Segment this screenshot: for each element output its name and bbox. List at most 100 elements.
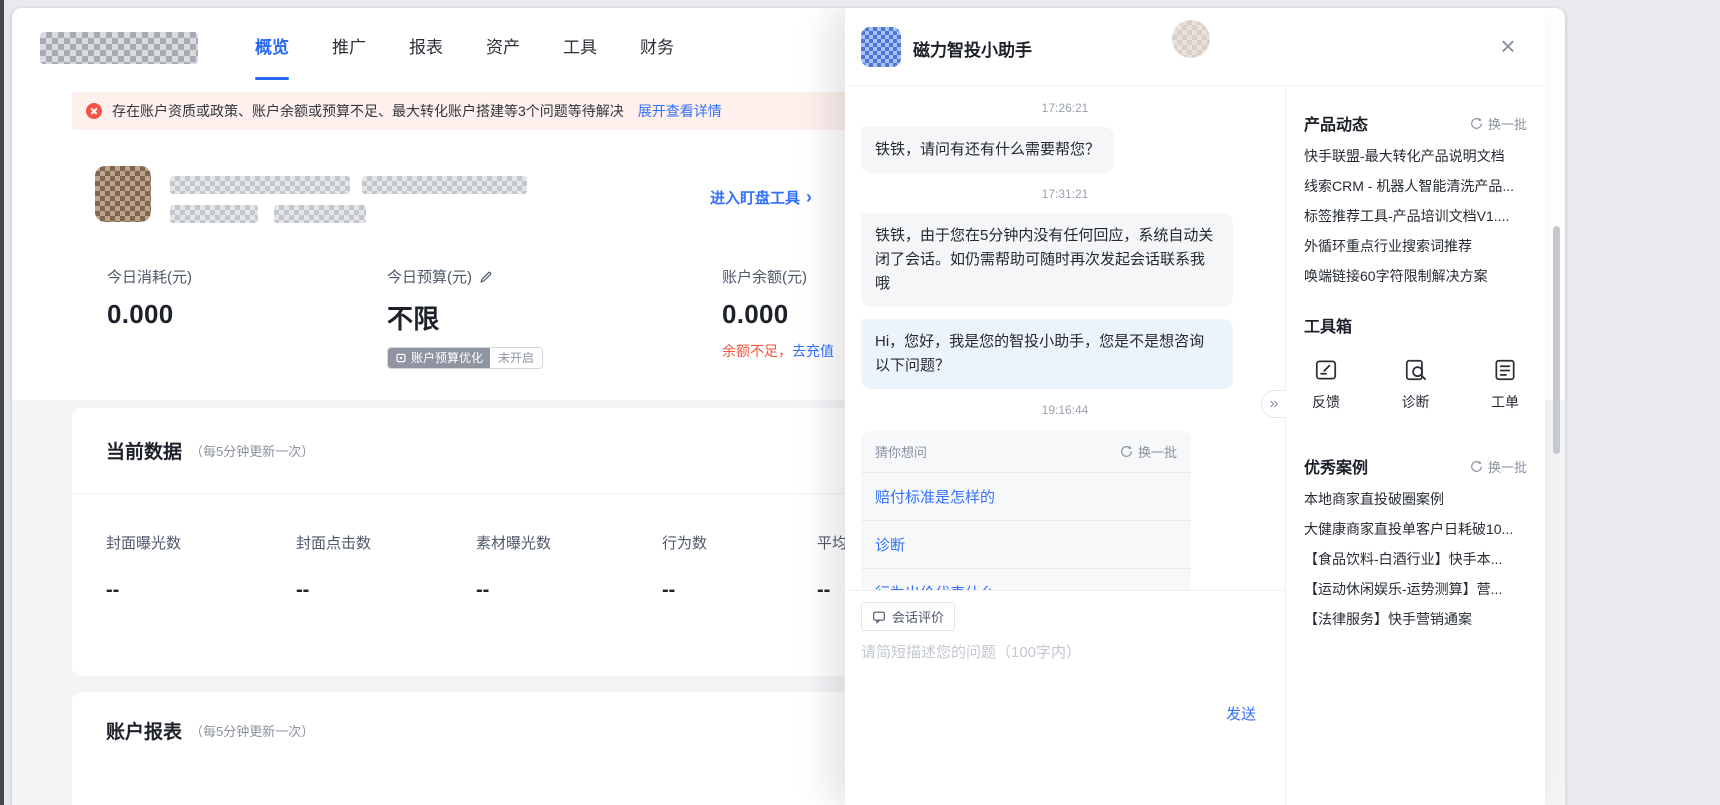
refresh-icon [1471, 460, 1482, 472]
product-news-item[interactable]: 标签推荐工具-产品培训文档V1.... [1304, 201, 1527, 231]
tool-label: 反馈 [1312, 394, 1340, 410]
alert-text: 存在账户资质或政策、账户余额或预算不足、最大转化账户搭建等3个问题等待解决 [112, 103, 624, 119]
nav-item-assets[interactable]: 资产 [486, 8, 520, 88]
refresh-label: 换一批 [1487, 116, 1527, 132]
cases-list: 本地商家直投破圈案例 大健康商家直投单客户日耗破10... 【食品饮料-白酒行业… [1304, 484, 1527, 634]
budget-optimize-badge[interactable]: 账户预算优化 未开启 [387, 347, 544, 369]
case-item[interactable]: 【食品饮料-白酒行业】快手本... [1304, 544, 1527, 574]
case-item[interactable]: 本地商家直投破圈案例 [1304, 484, 1527, 514]
user-avatar [1172, 20, 1210, 58]
suggested-question[interactable]: 行为出价代表什么 [861, 569, 1191, 590]
badge-left: 账户预算优化 [388, 348, 491, 368]
tool-diagnosis[interactable]: 诊断 [1402, 357, 1430, 412]
tool-label: 工单 [1491, 394, 1519, 410]
nav-item-reports[interactable]: 报表 [409, 8, 443, 88]
assistant-message-bubble: 铁铁，请问有还有什么需要帮您？ [861, 127, 1115, 173]
budget-label: 今日预算(元) [387, 269, 472, 286]
refresh-icon [1121, 445, 1132, 457]
stat-value: 0.000 [107, 299, 174, 329]
product-news-item[interactable]: 线索CRM - 机器人智能清洗产品... [1304, 171, 1527, 201]
case-item[interactable]: 【法律服务】快手营销通案 [1304, 604, 1527, 634]
collapse-sidebar-handle[interactable]: » [1261, 390, 1286, 418]
metric-cover-impressions: 封面曝光数 -- [106, 532, 181, 602]
diagnosis-icon [1405, 359, 1426, 381]
close-icon[interactable]: × [1493, 31, 1523, 61]
account-tag-redacted [170, 205, 258, 223]
message-timestamp: 17:31:21 [1041, 187, 1089, 201]
monitor-tool-link[interactable]: 进入盯盘工具 › [710, 187, 812, 208]
app-window: 概览 推广 报表 资产 工具 财务 存在账户资质或政策、账户余额或预算不足、最大… [12, 8, 1565, 805]
nav-menu: 概览 推广 报表 资产 工具 财务 [255, 8, 674, 88]
suggest-title: 猜你想问 [875, 445, 928, 460]
nav-item-finance[interactable]: 财务 [640, 8, 674, 88]
metric-label: 行为数 [662, 535, 708, 552]
rate-session-label: 会话评价 [892, 610, 945, 625]
assistant-panel: 磁力智投小助手 × 17:26:21 铁铁，请问有还有什么需要帮您？ 17:31… [845, 8, 1545, 805]
stat-label: 今日预算(元) [387, 266, 543, 287]
refresh-icon [1471, 117, 1482, 129]
product-news-header: 产品动态 换一批 [1304, 113, 1527, 135]
chat-input[interactable] [861, 641, 1267, 699]
case-item[interactable]: 【运动休闲娱乐-运势测算】营... [1304, 574, 1527, 604]
assistant-sidebar: 产品动态 换一批 快手联盟-最大转化产品说明文档 线索CRM - 机器人智能清洗… [1286, 87, 1545, 805]
chevron-right-icon: › [806, 187, 813, 207]
vertical-scrollbar[interactable] [1553, 226, 1560, 454]
refresh-label: 换一批 [1137, 445, 1177, 460]
nav-item-overview[interactable]: 概览 [255, 8, 289, 88]
app-logo [40, 32, 198, 64]
chat-footer: 会话评价 发送 [845, 590, 1286, 805]
error-icon [86, 103, 102, 119]
suggested-question[interactable]: 赔付标准是怎样的 [861, 473, 1191, 521]
chat-message-list: 17:26:21 铁铁，请问有还有什么需要帮您？ 17:31:21 铁铁，由于您… [845, 87, 1285, 590]
account-avatar [95, 166, 151, 222]
nav-item-promotion[interactable]: 推广 [332, 8, 366, 88]
metric-value: -- [662, 579, 676, 601]
budget-icon [396, 353, 406, 363]
case-item[interactable]: 大健康商家直投单客户日耗破10... [1304, 514, 1527, 544]
toolbox-tools: 反馈 诊断 工单 [1304, 357, 1527, 412]
assistant-message-bubble: 铁铁，由于您在5分钟内没有任何回应，系统自动关闭了会话。如仍需帮助可随时再次发起… [861, 213, 1233, 307]
product-news-item[interactable]: 唤端链接60字符限制解决方案 [1304, 261, 1527, 291]
metric-label: 封面点击数 [296, 535, 372, 552]
alert-detail-link[interactable]: 展开查看详情 [638, 101, 722, 121]
product-news-item[interactable]: 外循环重点行业搜索词推荐 [1304, 231, 1527, 261]
stat-label: 今日消耗(元) [107, 269, 192, 286]
product-news-item[interactable]: 快手联盟-最大转化产品说明文档 [1304, 141, 1527, 171]
send-button[interactable]: 发送 [1226, 703, 1256, 724]
comment-icon [873, 611, 885, 624]
refresh-product-news-button[interactable]: 换一批 [1470, 114, 1527, 133]
refresh-cases-button[interactable]: 换一批 [1470, 457, 1527, 476]
metric-value: -- [296, 579, 310, 601]
refresh-suggestions-button[interactable]: 换一批 [1120, 442, 1177, 461]
metric-label: 素材曝光数 [476, 535, 552, 552]
account-name-redacted [170, 176, 350, 194]
suggested-question[interactable]: 诊断 [861, 521, 1191, 569]
current-data-title: 当前数据 [106, 442, 183, 463]
rate-session-button[interactable]: 会话评价 [861, 602, 956, 631]
nav-item-tools[interactable]: 工具 [563, 8, 597, 88]
account-tag-redacted [274, 205, 366, 223]
balance-warning-text: 余额不足， [722, 343, 792, 359]
product-news-title: 产品动态 [1304, 117, 1369, 134]
edit-budget-icon[interactable] [479, 270, 493, 284]
tool-label: 诊断 [1401, 394, 1430, 410]
product-news-list: 快手联盟-最大转化产品说明文档 线索CRM - 机器人智能清洗产品... 标签推… [1304, 141, 1527, 291]
tool-ticket[interactable]: 工单 [1491, 357, 1519, 412]
account-report-subtitle: （每5分钟更新一次） [190, 723, 315, 739]
suggested-questions-card: 猜你想问 换一批 赔付标准是怎样的 诊断 行为出价代表什么 以上都不是? 请用简… [861, 431, 1191, 590]
tool-feedback[interactable]: 反馈 [1312, 357, 1340, 412]
cases-header: 优秀案例 换一批 [1304, 456, 1527, 478]
stat-today-budget: 今日预算(元) 不限 账户预算优化 未开启 [387, 266, 544, 369]
monitor-tool-label: 进入盯盘工具 [710, 190, 801, 207]
stat-today-cost: 今日消耗(元) 0.000 [107, 266, 192, 330]
metric-label: 封面曝光数 [106, 535, 182, 552]
badge-status: 未开启 [490, 348, 543, 368]
recharge-link[interactable]: 去充值 [792, 343, 834, 359]
message-timestamp: 19:16:44 [1041, 403, 1089, 417]
badge-label: 账户预算优化 [411, 351, 484, 365]
account-report-title: 账户报表 [106, 721, 183, 743]
assistant-title: 磁力智投小助手 [913, 41, 1032, 60]
toolbox-title: 工具箱 [1304, 319, 1353, 336]
stat-value: 0.000 [722, 299, 789, 329]
message-timestamp: 17:26:21 [1041, 101, 1089, 115]
